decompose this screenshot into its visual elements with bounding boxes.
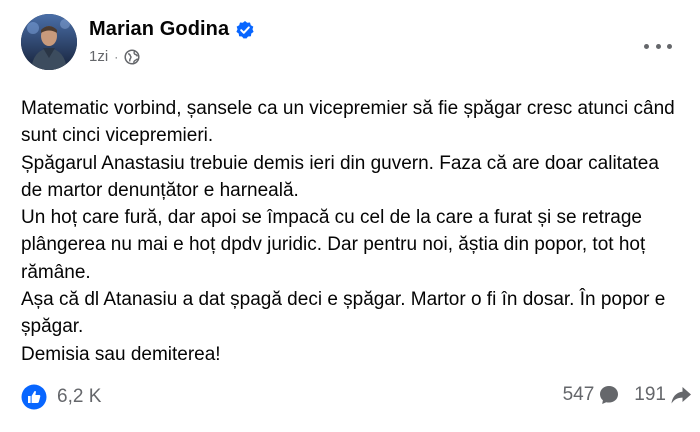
comments-count: 547 [562,384,595,405]
reaction-count: 6,2 K [57,386,102,407]
shares-count-button[interactable]: 191 [634,384,692,406]
engagement-counts: 547 191 [563,384,692,406]
globe-icon[interactable] [124,48,140,65]
shares-count: 191 [634,384,666,405]
comment-icon [598,384,620,406]
post-paragraph: Un hoț care fură, dar apoi se împacă cu … [21,207,646,283]
post-paragraph: Matematic vorbind, șansele ca un vicepre… [21,98,675,147]
comments-count-button[interactable]: 547 [563,384,621,406]
post-paragraph: Demisia sau demiterea! [21,343,221,365]
more-dot [644,43,649,49]
author-avatar[interactable] [21,14,77,70]
post-paragraph: Șpăgarul Anastasiu trebuie demis ieri di… [21,152,659,201]
post-meta: 1zi · [89,48,255,65]
like-icon [21,384,47,410]
meta-separator: · [114,49,119,64]
avatar-image [21,14,77,70]
post-paragraph: Așa că dl Atanasiu a dat șpagă deci e șp… [21,289,666,338]
share-icon [670,384,692,406]
post-header: Marian Godina 1zi · [21,14,690,78]
author-name[interactable]: Marian Godina [89,18,229,41]
more-dot [667,43,672,49]
more-dot [655,43,661,49]
post-footer: 6,2 K 547 191 [21,384,692,416]
reactions-summary[interactable]: 6,2 K [21,384,101,410]
post-time[interactable]: 1zi [89,48,108,65]
facebook-post: Marian Godina 1zi · Matematic vorbind, ș… [0,0,700,432]
author-row: Marian Godina [89,18,255,41]
verified-badge-icon [235,20,255,40]
more-options-icon[interactable] [644,36,672,56]
post-body: Matematic vorbind, șansele ca un vicepre… [21,95,683,368]
author-block: Marian Godina 1zi · [89,18,255,65]
